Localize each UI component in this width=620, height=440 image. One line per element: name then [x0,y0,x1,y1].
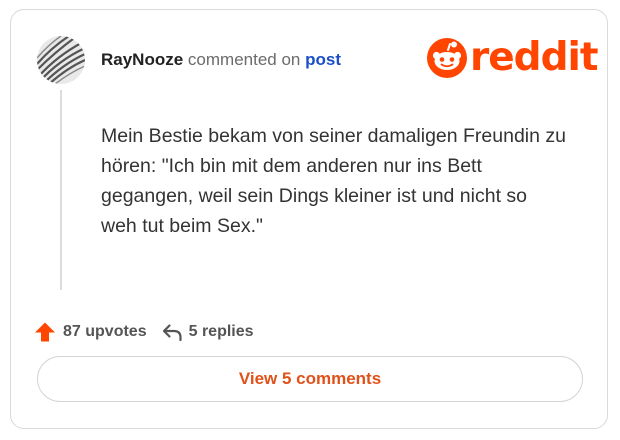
reddit-logo[interactable]: reddit [427,35,599,80]
comment-header: RayNooze commented on post [101,50,341,70]
view-comments-button[interactable]: View 5 comments [37,356,583,402]
reply-arrow-icon[interactable] [161,321,183,343]
post-link[interactable]: post [305,50,341,69]
reply-count[interactable]: 5 replies [189,323,254,341]
upvote-count: 87 upvotes [63,323,147,340]
avatar-image [37,36,85,84]
username[interactable]: RayNooze [101,50,183,69]
comment-body: Mein Bestie bekam von seiner damaligen F… [101,125,567,237]
reddit-wordmark: reddit [470,35,599,80]
reddit-snoo-icon [427,38,467,78]
commented-on-text: commented on [187,50,301,69]
avatar[interactable] [37,36,85,84]
comment-actions: 87 upvotes 5 replies [34,320,254,344]
thread-line [60,90,62,290]
upvote-arrow-icon[interactable] [34,321,56,343]
comment-card: RayNooze commented on post reddit Mein B… [10,9,608,429]
